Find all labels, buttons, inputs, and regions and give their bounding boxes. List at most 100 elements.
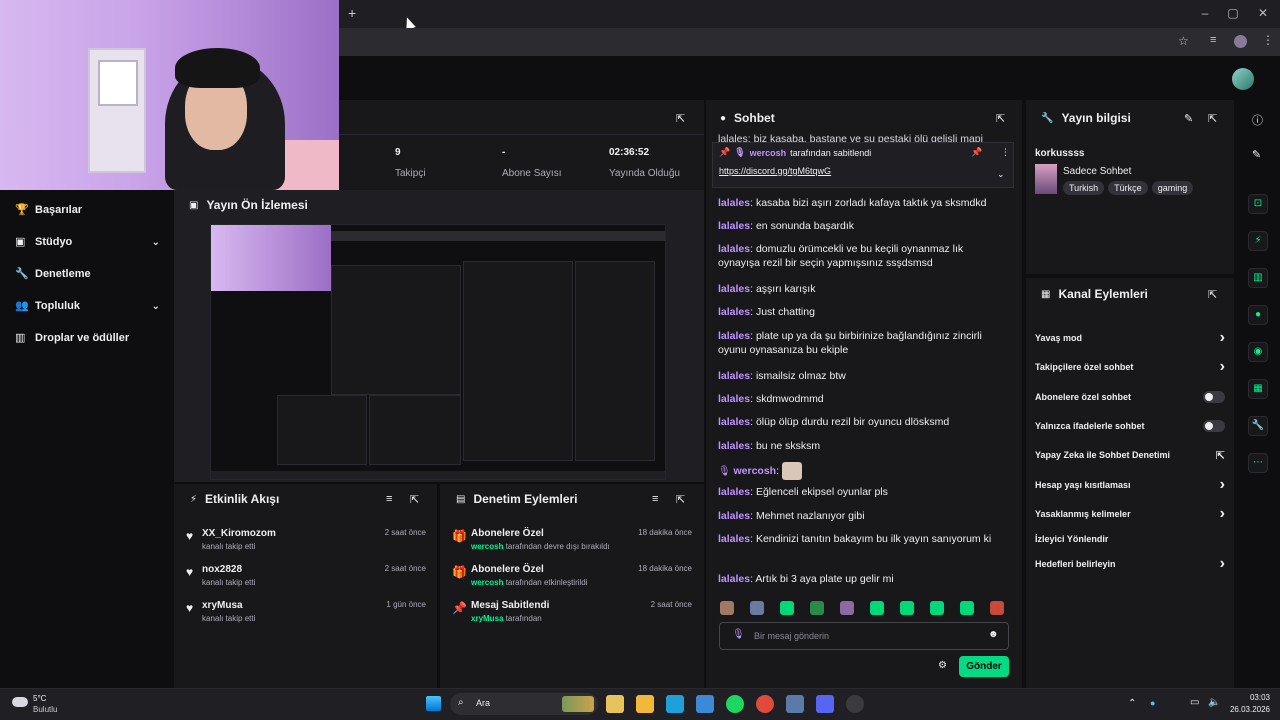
channel-action-item[interactable]: Hedefleri belirleyin › xyxy=(1035,555,1225,573)
send-button[interactable]: Gönder xyxy=(959,656,1009,677)
pinned-link[interactable]: https://discord.gg/tgM6tqwG xyxy=(719,166,831,176)
store-icon[interactable] xyxy=(696,695,714,713)
new-tab-button[interactable]: + xyxy=(348,5,356,21)
chat-username[interactable]: lalales xyxy=(718,243,750,255)
nav-item-1[interactable]: ▣ Stüdyo ⌄ xyxy=(15,233,160,251)
user-avatar[interactable] xyxy=(1232,68,1254,90)
channel-action-item[interactable]: Yapay Zeka ile Sohbet Denetimi ⇱ xyxy=(1035,447,1225,463)
mod-popout-icon[interactable]: ⇱ xyxy=(676,493,685,506)
channel-action-item[interactable]: Takipçilere özel sohbet › xyxy=(1035,358,1225,376)
mod-action-item[interactable]: 🎁 Abonelere Özel wercosh tarafından devre … xyxy=(452,528,692,560)
profile-icon[interactable] xyxy=(1234,35,1247,48)
emote-button[interactable] xyxy=(840,601,854,615)
mod-action-item[interactable]: 🎁 Abonelere Özel wercosh tarafından etkinl… xyxy=(452,564,692,596)
emote-button[interactable] xyxy=(990,601,1004,615)
emote-button[interactable] xyxy=(900,601,914,615)
channel-action-item[interactable]: Yavaş mod › xyxy=(1035,329,1225,347)
edge-icon[interactable] xyxy=(666,695,684,713)
tag-turkish[interactable]: Turkish xyxy=(1063,181,1105,195)
chat-input[interactable]: 🎙 Bir mesaj gönderin ☻ xyxy=(719,622,1009,650)
chevron-down-icon[interactable]: ⌄ xyxy=(152,237,160,248)
chat-username[interactable]: lalales xyxy=(718,370,750,382)
nav-item-4[interactable]: ▥ Droplar ve ödüller xyxy=(15,329,160,347)
media-icon[interactable]: ≡ xyxy=(1210,34,1216,46)
channel-actions-popout-icon[interactable]: ⇱ xyxy=(1208,288,1217,301)
chat-username[interactable]: lalales xyxy=(718,416,750,428)
stats-popout-icon[interactable]: ⇱ xyxy=(676,112,685,125)
search-box[interactable]: ⌕ Ara xyxy=(450,693,598,715)
folder-icon[interactable] xyxy=(636,695,654,713)
channel-action-item[interactable]: İzleyici Yönlendir xyxy=(1035,531,1225,547)
filter-icon[interactable]: ≡ xyxy=(386,493,392,505)
pencil-icon[interactable]: ✎ xyxy=(1252,148,1261,161)
close-window-button[interactable]: ✕ xyxy=(1256,6,1270,20)
chat-settings-icon[interactable]: ⚙ xyxy=(938,660,947,671)
chat-username[interactable]: lalales xyxy=(718,283,750,295)
channel-action-item[interactable]: Yalnızca ifadelerle sohbet xyxy=(1035,418,1225,434)
emote-button[interactable] xyxy=(720,601,734,615)
chevron-right-icon[interactable]: › xyxy=(1220,476,1225,494)
pinned-message[interactable]: 📌 🎙 wercosh tarafından sabitlendi 📌 ⋮ ht… xyxy=(712,142,1014,188)
chat-icon[interactable]: ● xyxy=(1248,305,1268,325)
emote-button[interactable] xyxy=(930,601,944,615)
mod-action-item[interactable]: 📌 Mesaj Sabitlendi xryMusa tarafından 2 saa… xyxy=(452,600,692,632)
discord-icon[interactable] xyxy=(816,695,834,713)
clock-date[interactable]: 26.03.2026 xyxy=(1220,705,1270,714)
chat-username[interactable]: lalales xyxy=(718,306,750,318)
address-bar[interactable] xyxy=(339,32,1169,52)
chat-username[interactable]: lalales xyxy=(718,573,750,585)
maximize-button[interactable]: ▢ xyxy=(1226,6,1240,20)
tray-volume-icon[interactable]: 🔈 xyxy=(1208,697,1220,708)
pin-menu-icon[interactable]: ⋮ xyxy=(1001,147,1010,158)
list-icon[interactable]: ▥ xyxy=(1248,268,1268,288)
chevron-right-icon[interactable]: › xyxy=(1220,329,1225,347)
chrome-icon[interactable] xyxy=(756,695,774,713)
nav-item-3[interactable]: 👥 Topluluk ⌄ xyxy=(15,297,160,315)
emote-button[interactable] xyxy=(870,601,884,615)
spotify-icon[interactable] xyxy=(726,695,744,713)
tray-network-icon[interactable]: ● xyxy=(1150,698,1155,708)
star-icon[interactable]: ☆ xyxy=(1178,34,1189,48)
emote-button[interactable] xyxy=(810,601,824,615)
toggle-switch[interactable] xyxy=(1203,420,1225,432)
obs-icon[interactable] xyxy=(846,695,864,713)
chat-username[interactable]: lalales xyxy=(718,393,750,405)
channel-action-item[interactable]: Abonelere özel sohbet xyxy=(1035,389,1225,405)
broadcast-icon[interactable]: ◉ xyxy=(1248,342,1268,362)
nav-item-2[interactable]: 🔧 Denetleme xyxy=(15,265,160,283)
chat-username[interactable]: wercosh xyxy=(733,465,776,477)
pin-unpin-icon[interactable]: 📌 xyxy=(971,147,982,158)
tag-turkce[interactable]: Türkçe xyxy=(1108,181,1148,195)
wrench-icon[interactable]: 🔧 xyxy=(1248,416,1268,436)
more-icon[interactable]: ⋯ xyxy=(1248,453,1268,473)
external-link-icon[interactable]: ⇱ xyxy=(1216,449,1225,462)
browser-menu-icon[interactable]: ⋮ xyxy=(1262,33,1274,47)
activity-item[interactable]: ♥ nox2828 kanalı takip etti 2 saat önce xyxy=(186,564,426,596)
chevron-right-icon[interactable]: › xyxy=(1220,555,1225,573)
emoji-icon[interactable]: ☻ xyxy=(988,629,999,640)
chat-username[interactable]: lalales xyxy=(718,220,750,232)
chevron-right-icon[interactable]: › xyxy=(1220,358,1225,376)
activity-popout-icon[interactable]: ⇱ xyxy=(410,493,419,506)
nav-item-0[interactable]: 🏆 Başarılar xyxy=(15,201,160,219)
info-icon[interactable]: ⓘ xyxy=(1252,112,1263,128)
edit-icon[interactable]: ✎ xyxy=(1184,112,1193,125)
stream-info-popout-icon[interactable]: ⇱ xyxy=(1208,112,1217,125)
emote-button[interactable] xyxy=(780,601,794,615)
chat-username[interactable]: lalales xyxy=(718,330,750,342)
chevron-right-icon[interactable]: › xyxy=(1220,505,1225,523)
activity-item[interactable]: ♥ xryMusa kanalı takip etti 1 gün önce xyxy=(186,600,426,632)
channel-action-item[interactable]: Hesap yaşı kısıtlaması › xyxy=(1035,476,1225,494)
pin-expand-icon[interactable]: ⌄ xyxy=(997,169,1005,180)
mod-filter-icon[interactable]: ≡ xyxy=(652,493,658,505)
emote-button[interactable] xyxy=(960,601,974,615)
file-explorer-icon[interactable] xyxy=(606,695,624,713)
chevron-down-icon[interactable]: ⌄ xyxy=(152,301,160,312)
lightning-icon[interactable]: ⚡ xyxy=(1248,231,1268,251)
weather-icon[interactable] xyxy=(12,697,28,707)
activity-item[interactable]: ♥ XX_Kiromozom kanalı takip etti 2 saat önc… xyxy=(186,528,426,560)
emote-button[interactable] xyxy=(750,601,764,615)
capture-icon[interactable]: ⊡ xyxy=(1248,194,1268,214)
clock-time[interactable]: 03:03 xyxy=(1220,693,1270,702)
chat-popout-icon[interactable]: ⇱ xyxy=(996,112,1005,125)
